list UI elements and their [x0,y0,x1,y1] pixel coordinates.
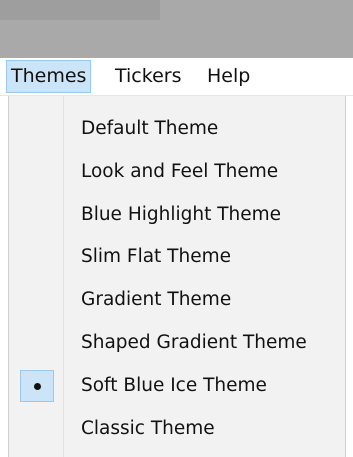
menu-item-label: Look and Feel Theme [81,161,279,182]
menu-help[interactable]: Help [203,60,254,93]
menu-tickers[interactable]: Tickers [111,60,185,93]
menu-item-soft-blue-ice-theme[interactable]: Soft Blue Ice Theme [9,367,345,405]
menu-themes[interactable]: Themes [6,60,92,93]
menu-item-classic-theme[interactable]: Classic Theme [9,410,345,448]
menu-item-blue-highlight-theme[interactable]: Blue Highlight Theme [9,196,345,234]
menu-item-label: Blue Highlight Theme [81,204,282,225]
themes-dropdown-menu: Default Theme Look and Feel Theme Blue H… [8,96,346,457]
title-strip-shade [0,0,160,20]
menu-item-gradient-theme[interactable]: Gradient Theme [9,281,345,319]
window-title-strip [0,0,353,58]
menu-item-label: Classic Theme [81,418,215,439]
menu-item-label: Soft Blue Ice Theme [81,375,267,396]
radio-dot-icon [34,383,41,390]
menu-item-label: Shaped Gradient Theme [81,332,307,353]
menu-bar: Themes Tickers Help [0,58,353,96]
menu-item-label: Default Theme [81,118,219,139]
menu-item-label: Slim Flat Theme [81,246,231,267]
menu-item-look-and-feel-theme[interactable]: Look and Feel Theme [9,153,345,191]
menu-item-slim-flat-theme[interactable]: Slim Flat Theme [9,238,345,276]
menu-item-shaped-gradient-theme[interactable]: Shaped Gradient Theme [9,324,345,362]
selected-indicator-box [20,370,54,402]
menu-item-default-theme[interactable]: Default Theme [9,110,345,148]
menu-item-label: Gradient Theme [81,289,232,310]
